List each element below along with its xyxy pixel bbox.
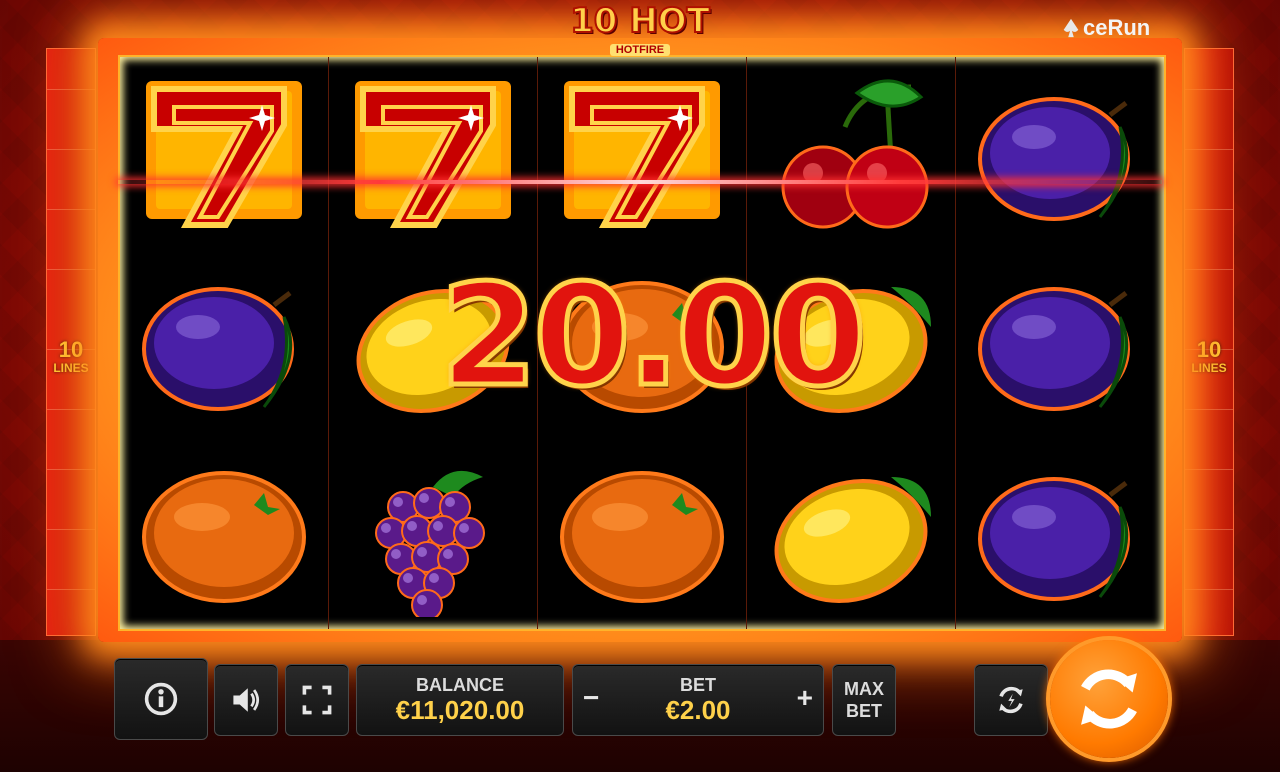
autoplay-icon	[999, 686, 1023, 714]
symbol-plum	[956, 57, 1164, 247]
autoplay-button[interactable]	[974, 664, 1048, 736]
symbol-orange	[120, 437, 328, 627]
orange-icon	[142, 471, 306, 603]
speaker-icon	[233, 688, 260, 712]
symbol-orange	[538, 437, 746, 627]
symbol-plum	[956, 437, 1164, 627]
max-bet-label-line1: MAX	[844, 679, 884, 699]
balance-value: €11,020.00	[395, 695, 525, 725]
seven-icon	[564, 81, 720, 228]
bet-label: BET	[680, 675, 716, 695]
seven-icon	[355, 81, 511, 228]
symbol-grapes	[329, 437, 537, 627]
left-lines-indicator: 10 LINES	[47, 337, 95, 376]
seven-icon	[146, 81, 302, 228]
cherry-icon	[781, 79, 929, 229]
plum-icon	[978, 287, 1130, 411]
game-subtitle: HOTFIRE	[609, 44, 671, 56]
orange-icon	[560, 471, 724, 603]
max-bet-label-line2: BET	[846, 701, 882, 721]
bet-decrease-button[interactable]: −	[583, 683, 599, 713]
fullscreen-button[interactable]	[285, 664, 349, 736]
brand-name: ceRun	[1083, 15, 1151, 40]
win-amount: 20.00	[438, 255, 870, 418]
bet-control: − BET €2.00 +	[572, 664, 824, 736]
symbol-seven	[329, 57, 537, 247]
spin-arrows-icon	[1081, 669, 1137, 729]
right-lines-count: 10	[1196, 337, 1222, 362]
right-lines-label: LINES	[1191, 361, 1227, 375]
plum-icon	[142, 287, 294, 411]
bet-increase-button[interactable]: +	[797, 683, 813, 713]
symbol-lemon	[747, 437, 955, 627]
brand-logo: ceRun	[1060, 14, 1150, 42]
symbol-seven	[538, 57, 746, 247]
max-bet-button[interactable]: MAX BET	[832, 664, 896, 736]
symbol-cherry	[747, 57, 955, 247]
balance-label: BALANCE	[416, 675, 504, 695]
left-lines-label: LINES	[53, 361, 89, 375]
symbol-seven	[120, 57, 328, 247]
winning-payline	[118, 180, 1162, 184]
lemon-icon	[774, 477, 931, 603]
balance-display: BALANCE €11,020.00	[356, 664, 564, 736]
left-lines-panel: 10 LINES	[46, 48, 96, 636]
ace-spade-icon	[1063, 18, 1079, 38]
left-lines-count: 10	[58, 337, 84, 362]
plum-icon	[978, 477, 1130, 601]
symbol-plum	[956, 247, 1164, 437]
plum-icon	[978, 97, 1130, 221]
grapes-icon	[375, 470, 485, 617]
game-title: 10 HOT	[569, 1, 711, 41]
bet-value: €2.00	[665, 695, 731, 725]
info-icon	[144, 682, 178, 716]
right-lines-indicator: 10 LINES	[1185, 337, 1233, 376]
spin-button[interactable]	[1050, 640, 1168, 758]
game-logo: 10 HOT HOTFIRE	[560, 1, 720, 56]
symbol-plum	[120, 247, 328, 437]
sound-button[interactable]	[214, 664, 278, 736]
fullscreen-icon	[302, 685, 332, 715]
right-lines-panel: 10 LINES	[1184, 48, 1234, 636]
info-button[interactable]	[114, 658, 208, 740]
